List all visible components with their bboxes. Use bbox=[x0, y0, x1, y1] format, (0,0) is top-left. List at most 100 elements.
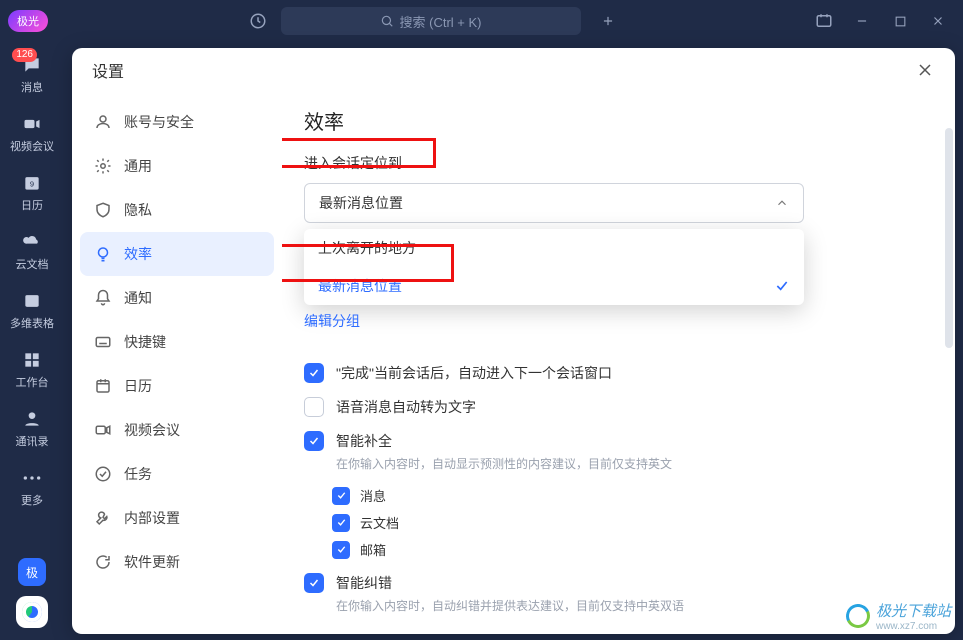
setnav-update[interactable]: 软件更新 bbox=[80, 540, 274, 584]
nav-base[interactable]: 多维表格 bbox=[10, 290, 54, 331]
position-dropdown: 上次离开的地方 最新消息位置 bbox=[304, 229, 804, 305]
nav-more[interactable]: 更多 bbox=[21, 467, 43, 508]
app-logo: 极光 bbox=[8, 10, 48, 32]
wrench-icon bbox=[94, 509, 112, 527]
setnav-label: 视频会议 bbox=[124, 420, 180, 440]
subrow-docs: 云文档 bbox=[332, 513, 925, 532]
bulb-icon bbox=[94, 245, 112, 263]
checkbox-done-next[interactable] bbox=[304, 363, 324, 383]
nav-calendar[interactable]: 9 日历 bbox=[21, 172, 43, 213]
select-value: 最新消息位置 bbox=[319, 193, 403, 213]
row-done-next: "完成"当前会话后，自动进入下一个会话窗口 bbox=[304, 363, 925, 383]
checkbox-voice-to-text[interactable] bbox=[304, 397, 324, 417]
nav-label: 通讯录 bbox=[16, 433, 49, 449]
setnav-general[interactable]: 通用 bbox=[80, 144, 274, 188]
checkbox-smart-complete[interactable] bbox=[304, 431, 324, 451]
row-label: 语音消息自动转为文字 bbox=[336, 397, 476, 417]
svg-text:9: 9 bbox=[30, 179, 34, 188]
row-description: 在你输入内容时，自动显示预测性的内容建议，目前仅支持英文 bbox=[336, 455, 672, 472]
dropdown-option-latest[interactable]: 最新消息位置 bbox=[304, 267, 804, 305]
row-smart-correct: 智能纠错 在你输入内容时，自动纠错并提供表达建议，目前仅支持中英双语 bbox=[304, 573, 925, 614]
nav-workbench[interactable]: 工作台 bbox=[16, 349, 49, 390]
cloud-doc-icon bbox=[21, 231, 43, 253]
person-icon bbox=[94, 113, 112, 131]
setnav-label: 通用 bbox=[124, 156, 152, 176]
nav-label: 日历 bbox=[21, 197, 43, 213]
setnav-calendar[interactable]: 日历 bbox=[80, 364, 274, 408]
nav-contacts[interactable]: 通讯录 bbox=[16, 408, 49, 449]
bell-icon bbox=[94, 289, 112, 307]
settings-content: 效率 进入会话定位到 最新消息位置 上次离开的地方 最新消息位置 bbox=[282, 92, 955, 634]
setnav-efficiency[interactable]: 效率 bbox=[80, 232, 274, 276]
watermark-url: www.xz7.com bbox=[876, 621, 951, 632]
setnav-privacy[interactable]: 隐私 bbox=[80, 188, 274, 232]
setnav-label: 软件更新 bbox=[124, 552, 180, 572]
setnav-label: 通知 bbox=[124, 288, 152, 308]
messages-badge: 126 bbox=[12, 48, 37, 62]
setnav-internal[interactable]: 内部设置 bbox=[80, 496, 274, 540]
global-search[interactable]: 搜索 (Ctrl + K) bbox=[281, 7, 581, 35]
section-label-position: 进入会话定位到 bbox=[304, 153, 402, 173]
sub-label: 邮箱 bbox=[360, 540, 386, 559]
setnav-label: 账号与安全 bbox=[124, 112, 194, 132]
row-voice-to-text: 语音消息自动转为文字 bbox=[304, 397, 925, 417]
nav-label: 工作台 bbox=[16, 374, 49, 390]
option-label: 上次离开的地方 bbox=[318, 238, 416, 258]
new-tab-button[interactable] bbox=[597, 10, 619, 32]
checkbox-smart-correct[interactable] bbox=[304, 573, 324, 593]
checkbox-sub-messages[interactable] bbox=[332, 487, 350, 505]
nav-messages[interactable]: 126 消息 bbox=[21, 54, 43, 95]
window-close[interactable] bbox=[927, 10, 949, 32]
more-icon bbox=[21, 467, 43, 489]
screenshot-icon[interactable] bbox=[813, 10, 835, 32]
setnav-notifications[interactable]: 通知 bbox=[80, 276, 274, 320]
setnav-shortcuts[interactable]: 快捷键 bbox=[80, 320, 274, 364]
setnav-label: 日历 bbox=[124, 376, 152, 396]
panel-close-button[interactable] bbox=[915, 60, 935, 80]
setnav-label: 任务 bbox=[124, 464, 152, 484]
keyboard-icon bbox=[94, 333, 112, 351]
nav-meetings[interactable]: 视频会议 bbox=[10, 113, 54, 154]
panel-title: 设置 bbox=[92, 58, 124, 82]
setnav-tasks[interactable]: 任务 bbox=[80, 452, 274, 496]
row-smart-complete: 智能补全 在你输入内容时，自动显示预测性的内容建议，目前仅支持英文 bbox=[304, 431, 925, 472]
grid-icon bbox=[21, 290, 43, 312]
checkbox-sub-docs[interactable] bbox=[332, 514, 350, 532]
nav-docs[interactable]: 云文档 bbox=[16, 231, 49, 272]
nav-label: 多维表格 bbox=[10, 315, 54, 331]
watermark-logo-icon bbox=[843, 601, 874, 632]
video-icon bbox=[21, 113, 43, 135]
settings-nav: 账号与安全 通用 隐私 效率 通知 快捷键 日历 视频会议 任务 内部设置 软件… bbox=[72, 92, 282, 634]
nav-app-launcher[interactable] bbox=[16, 596, 48, 628]
calendar-icon bbox=[94, 377, 112, 395]
position-select[interactable]: 最新消息位置 bbox=[304, 183, 804, 223]
checkbox-sub-mail[interactable] bbox=[332, 541, 350, 559]
calendar-icon: 9 bbox=[21, 172, 43, 194]
row-label: 智能纠错 bbox=[336, 573, 684, 593]
nav-label: 云文档 bbox=[16, 256, 49, 272]
edit-group-link[interactable]: 编辑分组 bbox=[304, 311, 360, 331]
row-label: 智能补全 bbox=[336, 431, 672, 451]
sub-label: 云文档 bbox=[360, 513, 399, 532]
chevron-up-icon bbox=[775, 196, 789, 210]
subrow-mail: 邮箱 bbox=[332, 540, 925, 559]
titlebar: 极光 搜索 (Ctrl + K) bbox=[0, 0, 963, 42]
setnav-account[interactable]: 账号与安全 bbox=[80, 100, 274, 144]
nav-label: 视频会议 bbox=[10, 138, 54, 154]
nav-label: 消息 bbox=[21, 79, 43, 95]
refresh-icon bbox=[94, 553, 112, 571]
window-maximize[interactable] bbox=[889, 10, 911, 32]
nav-rail: 126 消息 视频会议 9 日历 云文档 多维表格 工作台 通讯录 更多 极 bbox=[0, 42, 64, 640]
content-heading: 效率 bbox=[304, 106, 925, 135]
setnav-label: 隐私 bbox=[124, 200, 152, 220]
history-icon[interactable] bbox=[243, 12, 273, 30]
gear-icon bbox=[94, 157, 112, 175]
apps-icon bbox=[21, 349, 43, 371]
setnav-meeting[interactable]: 视频会议 bbox=[80, 408, 274, 452]
contacts-icon bbox=[21, 408, 43, 430]
window-minimize[interactable] bbox=[851, 10, 873, 32]
nav-shortcut[interactable]: 极 bbox=[18, 558, 46, 586]
scrollbar[interactable] bbox=[945, 128, 953, 348]
dropdown-option-last-left[interactable]: 上次离开的地方 bbox=[304, 229, 804, 267]
check-circle-icon bbox=[94, 465, 112, 483]
